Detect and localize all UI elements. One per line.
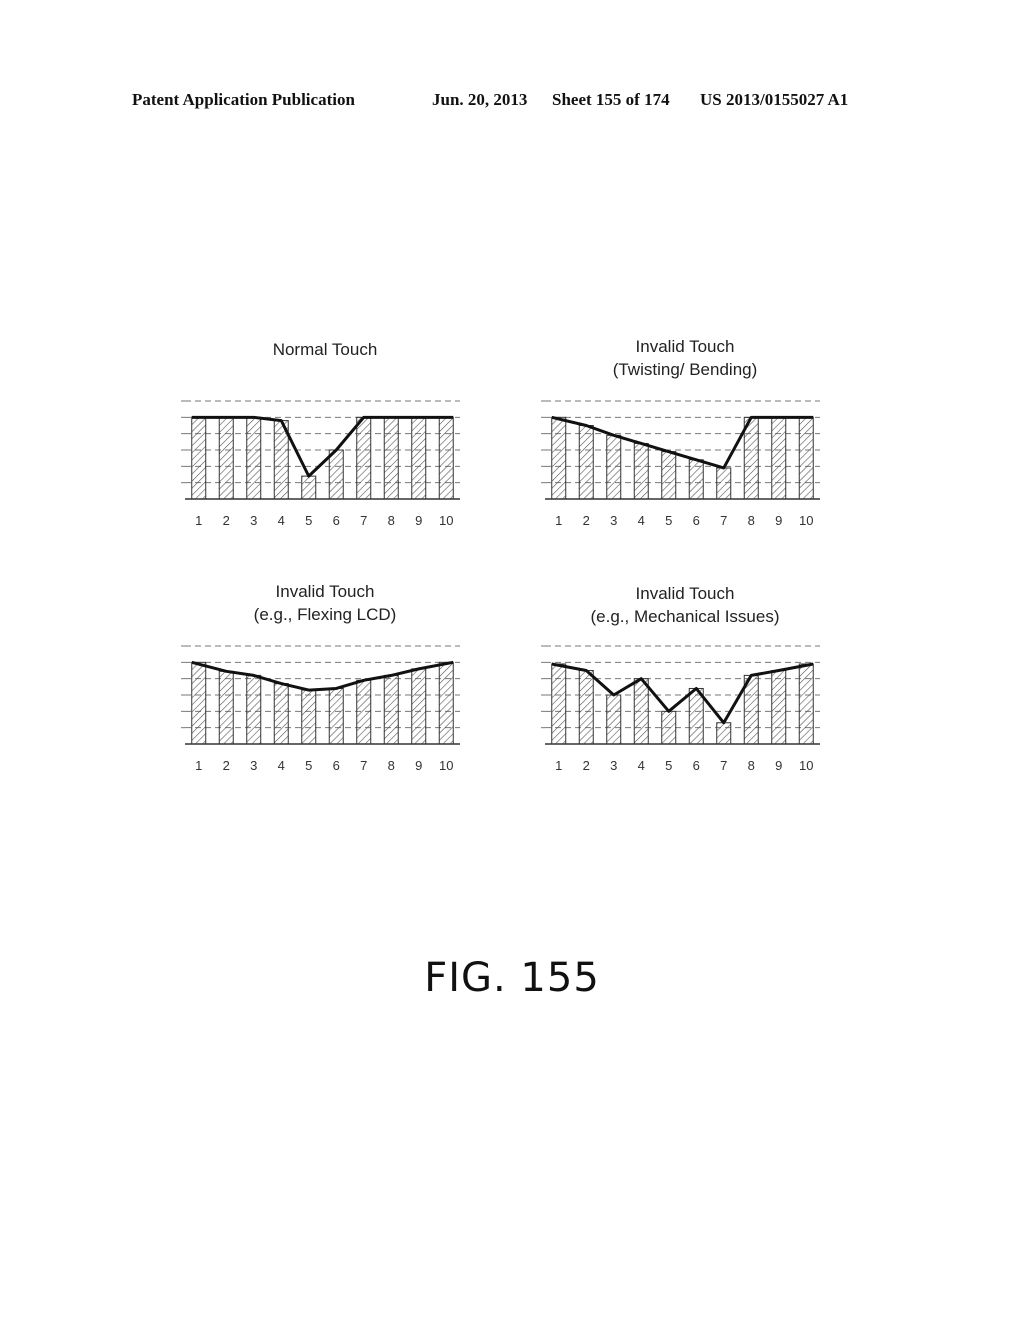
- x-tick-label: 5: [305, 758, 312, 773]
- x-tick-label: 8: [748, 513, 755, 528]
- bar-8: [383, 416, 399, 500]
- figure-label: FIG. 155: [424, 955, 600, 1001]
- x-tick-label: 6: [333, 513, 340, 528]
- x-tick-label: 1: [555, 513, 562, 528]
- x-tick-label: 5: [305, 513, 312, 528]
- bar-10: [798, 663, 814, 745]
- bar-1: [551, 416, 567, 500]
- bar-10: [798, 416, 814, 500]
- x-tick-label: 7: [360, 758, 367, 773]
- bar-5: [301, 689, 317, 745]
- x-tick-label: 10: [799, 758, 813, 773]
- header-publication: Patent Application Publication: [132, 90, 355, 109]
- chart-title: Invalid Touch (e.g., Mechanical Issues): [535, 582, 835, 628]
- x-tick-label: 9: [775, 513, 782, 528]
- chart-title: Normal Touch: [175, 338, 475, 361]
- x-tick-label: 9: [415, 758, 422, 773]
- x-tick-label: 3: [610, 758, 617, 773]
- x-tick-label: 10: [439, 513, 453, 528]
- x-tick-label: 10: [799, 513, 813, 528]
- bar-8: [743, 416, 759, 500]
- chart-title: Invalid Touch (Twisting/ Bending): [535, 335, 835, 381]
- bar-1: [191, 661, 207, 745]
- bar-9: [771, 670, 787, 745]
- x-tick-label: 2: [223, 758, 230, 773]
- bar-5: [661, 451, 677, 500]
- x-tick-label: 3: [250, 513, 257, 528]
- bar-6: [328, 449, 344, 500]
- x-tick-label: 1: [195, 758, 202, 773]
- x-tick-label: 7: [720, 758, 727, 773]
- x-tick-label: 4: [278, 513, 285, 528]
- header-sheet: Sheet 155 of 174: [552, 90, 670, 109]
- x-tick-label: 8: [748, 758, 755, 773]
- bar-10: [438, 416, 454, 500]
- x-tick-label: 2: [583, 513, 590, 528]
- x-tick-label: 3: [250, 758, 257, 773]
- chart-title-line: (e.g., Flexing LCD): [253, 605, 397, 624]
- x-tick-label: 3: [610, 513, 617, 528]
- bar-5: [301, 475, 317, 500]
- bar-7: [716, 722, 732, 745]
- chart-invalid-touch-flexing: 1 2 3 4 5 6 7 8 9 10 Invalid Touch (e.g., Flexing…: [175, 580, 475, 780]
- chart-title-line: Invalid Touch: [635, 337, 735, 356]
- x-tick-label: 7: [720, 513, 727, 528]
- bar-3: [606, 694, 622, 745]
- chart-title-line: Invalid Touch: [635, 584, 735, 603]
- chart-title-line: (Twisting/ Bending): [612, 360, 758, 379]
- bar-1: [551, 663, 567, 745]
- x-tick-label: 9: [775, 758, 782, 773]
- chart-invalid-touch-twisting: 1 2 3 4 5 6 7 8 9 10 Invalid Touch (Twisting/ Ben…: [535, 335, 835, 535]
- x-tick-label: 2: [583, 758, 590, 773]
- chart-normal-touch: 1 2 3 4 5 6 7 8 9 10 Normal Touch: [175, 335, 475, 535]
- bar-2: [578, 670, 594, 745]
- x-tick-label: 4: [638, 513, 645, 528]
- bar-9: [411, 668, 427, 745]
- chart-title: Invalid Touch (e.g., Flexing LCD): [175, 580, 475, 626]
- bar-2: [218, 416, 234, 500]
- bar-4: [633, 442, 649, 500]
- x-tick-label: 1: [195, 513, 202, 528]
- x-tick-label: 10: [439, 758, 453, 773]
- x-tick-label: 1: [555, 758, 562, 773]
- chart-title-line: (e.g., Mechanical Issues): [590, 607, 780, 626]
- header-patent-number: US 2013/0155027 A1: [700, 90, 849, 109]
- bar-6: [328, 687, 344, 745]
- bar-6: [688, 459, 704, 500]
- bar-4: [273, 683, 289, 745]
- header-date: Jun. 20, 2013: [432, 90, 528, 109]
- bar-9: [411, 416, 427, 500]
- x-tick-label: 4: [638, 758, 645, 773]
- bar-7: [716, 467, 732, 500]
- x-tick-label: 4: [278, 758, 285, 773]
- x-tick-label: 2: [223, 513, 230, 528]
- x-tick-label: 7: [360, 513, 367, 528]
- chart-title-line: Invalid Touch: [275, 582, 375, 601]
- bar-8: [383, 674, 399, 745]
- x-tick-label: 6: [693, 513, 700, 528]
- bar-1: [191, 416, 207, 500]
- bar-7: [356, 416, 372, 500]
- x-tick-label: 9: [415, 513, 422, 528]
- bar-3: [606, 434, 622, 500]
- chart-invalid-touch-mechanical: 1 2 3 4 5 6 7 8 9 10 Invalid Touch (e.g., Mechani…: [535, 580, 835, 780]
- bar-5: [661, 710, 677, 745]
- x-tick-label: 8: [388, 758, 395, 773]
- x-tick-label: 8: [388, 513, 395, 528]
- bar-3: [246, 416, 262, 500]
- x-tick-label: 6: [693, 758, 700, 773]
- bar-4: [633, 678, 649, 745]
- chart-plot: 1 2 3 4 5 6 7 8 9 10: [181, 400, 460, 528]
- bar-7: [356, 679, 372, 745]
- chart-title-line: Normal Touch: [272, 340, 378, 359]
- x-tick-label: 6: [333, 758, 340, 773]
- bar-2: [218, 670, 234, 745]
- x-tick-label: 5: [665, 758, 672, 773]
- bar-3: [246, 674, 262, 745]
- x-tick-label: 5: [665, 513, 672, 528]
- bar-2: [578, 425, 594, 500]
- bar-9: [771, 416, 787, 500]
- bar-10: [438, 661, 454, 745]
